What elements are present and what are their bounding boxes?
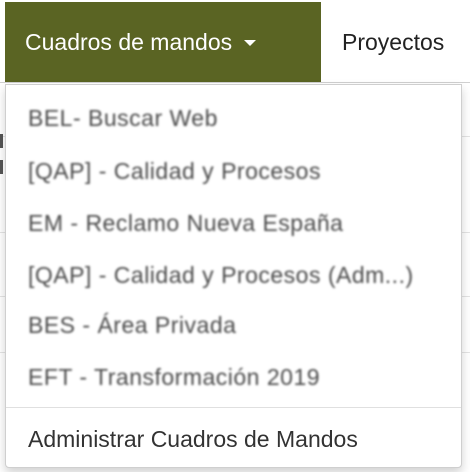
background-mark [0, 134, 3, 148]
background-mark [0, 160, 3, 174]
menu-item-dashboard[interactable]: [QAP] - Calidad y Procesos [28, 153, 448, 189]
nav-item-label: Proyectos [342, 28, 445, 55]
menu-item-dashboard[interactable]: BES - Área Privada [28, 307, 448, 343]
caret-down-icon [244, 40, 257, 46]
menu-item-dashboard[interactable]: EFT - Transformación 2019 [28, 359, 448, 395]
nav-item-proyectos[interactable]: Proyectos [342, 2, 444, 82]
menu-item-label: BEL- Buscar Web [28, 105, 218, 131]
menu-item-administrar-cuadros[interactable]: Administrar Cuadros de Mandos [28, 421, 448, 457]
menu-divider [6, 407, 461, 408]
menu-item-label: [QAP] - Calidad y Procesos [28, 158, 321, 184]
menu-item-label: [QAP] - Calidad y Procesos (Adm...) [28, 262, 414, 288]
menu-item-dashboard[interactable]: [QAP] - Calidad y Procesos (Adm...) [28, 257, 448, 293]
nav-item-label: Cuadros de mandos [25, 28, 233, 55]
menu-item-label: EM - Reclamo Nueva España [28, 210, 344, 236]
top-navbar: Cuadros de mandos Proyectos [0, 0, 470, 83]
dropdown-menu: BEL- Buscar Web [QAP] - Calidad y Proces… [5, 84, 462, 468]
menu-item-label: Administrar Cuadros de Mandos [28, 426, 358, 452]
menu-item-label: BES - Área Privada [28, 312, 237, 338]
menu-item-label: EFT - Transformación 2019 [28, 364, 321, 390]
menu-item-dashboard[interactable]: EM - Reclamo Nueva España [28, 205, 448, 241]
nav-item-cuadros-de-mandos[interactable]: Cuadros de mandos [5, 2, 321, 82]
menu-item-dashboard[interactable]: BEL- Buscar Web [28, 100, 448, 136]
